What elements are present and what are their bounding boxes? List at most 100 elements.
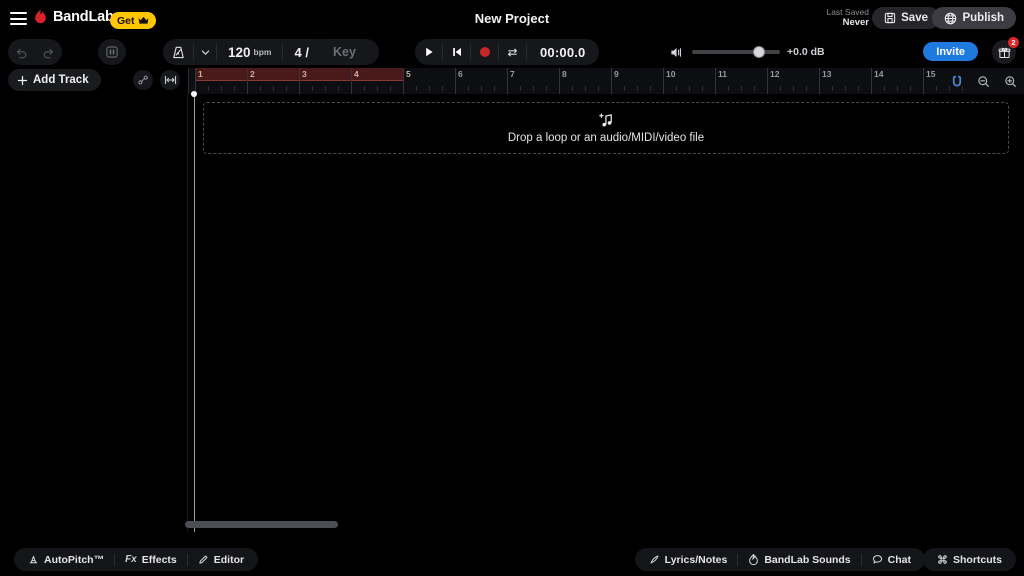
add-music-note-icon (598, 112, 615, 129)
file-dropzone[interactable]: Drop a loop or an audio/MIDI/video file (203, 102, 1009, 154)
transport-group: 00:00.0 (415, 39, 599, 65)
ruler-beat-tick (624, 86, 625, 91)
ruler-bar-tick (611, 68, 612, 94)
ruler-beat-tick (377, 86, 378, 91)
ruler-beat-tick (884, 86, 885, 91)
gift-button[interactable]: 2 (992, 37, 1019, 64)
ruler-beat-tick (546, 86, 547, 91)
autopitch-label: AutoPitch™ (44, 553, 105, 566)
ruler-beat-tick (481, 86, 482, 91)
bandlab-sounds-button[interactable]: BandLab Sounds (738, 548, 860, 571)
volume-slider[interactable] (692, 46, 780, 58)
ruler-beat-tick (793, 86, 794, 91)
ruler-tools (943, 68, 1024, 94)
ruler-beat-tick (416, 86, 417, 91)
automation-node-icon (137, 74, 149, 86)
fit-to-width-button[interactable] (160, 70, 180, 90)
autopitch-button[interactable]: AutoPitch™ (18, 548, 114, 571)
play-button[interactable] (415, 39, 442, 65)
mixer-button[interactable] (98, 39, 126, 65)
ruler-bar-number: 3 (302, 69, 307, 79)
ruler-beat-tick (364, 86, 365, 91)
invite-button[interactable]: Invite (923, 42, 978, 61)
ruler-bar-number: 1 (198, 69, 203, 79)
loop-button[interactable] (499, 39, 526, 65)
ruler-beat-tick (728, 86, 729, 91)
ruler-bar-tick (299, 68, 300, 94)
ruler-beat-tick (442, 86, 443, 91)
bpm-value: 120 (228, 44, 251, 60)
ruler-bar-tick (559, 68, 560, 94)
ruler-beat-tick (468, 86, 469, 91)
timeline-ruler[interactable]: 1 2 3 4 5 6 7 8 9 10 11 12 13 14 15 (188, 68, 1024, 94)
editor-button[interactable]: Editor (188, 548, 254, 571)
playhead[interactable] (194, 94, 195, 532)
chat-button[interactable]: Chat (862, 548, 921, 571)
ruler-beat-tick (598, 86, 599, 91)
timeline-canvas[interactable]: Drop a loop or an audio/MIDI/video file (0, 91, 1024, 532)
tempo-group: 120 bpm 4 / 4 (163, 39, 331, 65)
ruler-bar-tick (819, 68, 820, 94)
add-track-label: Add Track (33, 74, 89, 86)
ruler-beat-tick (806, 86, 807, 91)
ruler-bar-tick (247, 68, 248, 94)
ruler-beat-tick (325, 86, 326, 91)
bpm-field[interactable]: 120 bpm (217, 39, 283, 65)
ruler-bar-tick (715, 68, 716, 94)
ruler-beat-tick (897, 86, 898, 91)
key-button[interactable]: Key (310, 39, 379, 65)
ruler-beat-tick (533, 86, 534, 91)
metronome-button[interactable] (163, 39, 193, 65)
bandlab-flame-icon (33, 9, 48, 25)
dropzone-label: Drop a loop or an audio/MIDI/video file (507, 132, 705, 144)
horizontal-scrollbar[interactable] (185, 521, 338, 528)
ruler-bar-number: 14 (874, 69, 884, 79)
automation-button[interactable] (133, 70, 153, 90)
ruler-bar-number: 13 (822, 69, 832, 79)
plus-icon (17, 75, 28, 86)
volume-slider-knob[interactable] (753, 46, 765, 58)
ruler-beat-tick (286, 86, 287, 91)
get-premium-button[interactable]: Get (110, 12, 156, 29)
bottom-left-tools: AutoPitch™ Fx Effects Editor (14, 548, 259, 571)
effects-button[interactable]: Fx Effects (115, 548, 187, 571)
lyrics-notes-button[interactable]: Lyrics/Notes (639, 548, 738, 571)
save-button[interactable]: Save (872, 7, 940, 29)
fit-to-width-icon (164, 74, 177, 86)
redo-button[interactable] (35, 39, 62, 65)
ruler-bar-number: 9 (614, 69, 619, 79)
rewind-to-start-button[interactable] (443, 39, 470, 65)
ruler-beat-tick (936, 86, 937, 91)
chat-label: Chat (887, 553, 911, 566)
shortcuts-button[interactable]: Shortcuts (922, 548, 1016, 571)
undo-button[interactable] (8, 39, 35, 65)
ruler-bar-number: 10 (666, 69, 676, 79)
zoom-out-button[interactable] (970, 68, 997, 94)
editor-label: Editor (213, 553, 245, 566)
shortcuts-item[interactable]: Shortcuts (927, 548, 1012, 571)
get-label: Get (117, 14, 135, 27)
snap-button[interactable] (943, 68, 970, 94)
ruler-bar-number: 7 (510, 69, 515, 79)
undo-arrow-icon (15, 46, 28, 59)
ruler-beat-tick (949, 86, 950, 91)
time-display[interactable]: 00:00.0 (527, 45, 599, 60)
playhead-handle[interactable] (191, 91, 197, 97)
hamburger-menu-icon[interactable] (10, 12, 27, 25)
ruler-bar-tick (871, 68, 872, 94)
publish-button[interactable]: Publish (932, 7, 1016, 29)
zoom-in-button[interactable] (997, 68, 1024, 94)
play-icon (423, 46, 435, 58)
add-track-button[interactable]: Add Track (8, 69, 101, 91)
tempo-dropdown-button[interactable] (194, 39, 216, 65)
zoom-out-icon (977, 75, 990, 88)
loop-icon (506, 46, 519, 59)
record-button[interactable] (471, 39, 498, 65)
undo-redo-group (8, 39, 62, 65)
ruler-bar-number: 2 (250, 69, 255, 79)
ruler-beat-tick (832, 86, 833, 91)
autopitch-icon (28, 554, 39, 565)
globe-icon (944, 12, 957, 25)
gift-icon (998, 46, 1011, 59)
ruler-bar-tick (923, 68, 924, 94)
